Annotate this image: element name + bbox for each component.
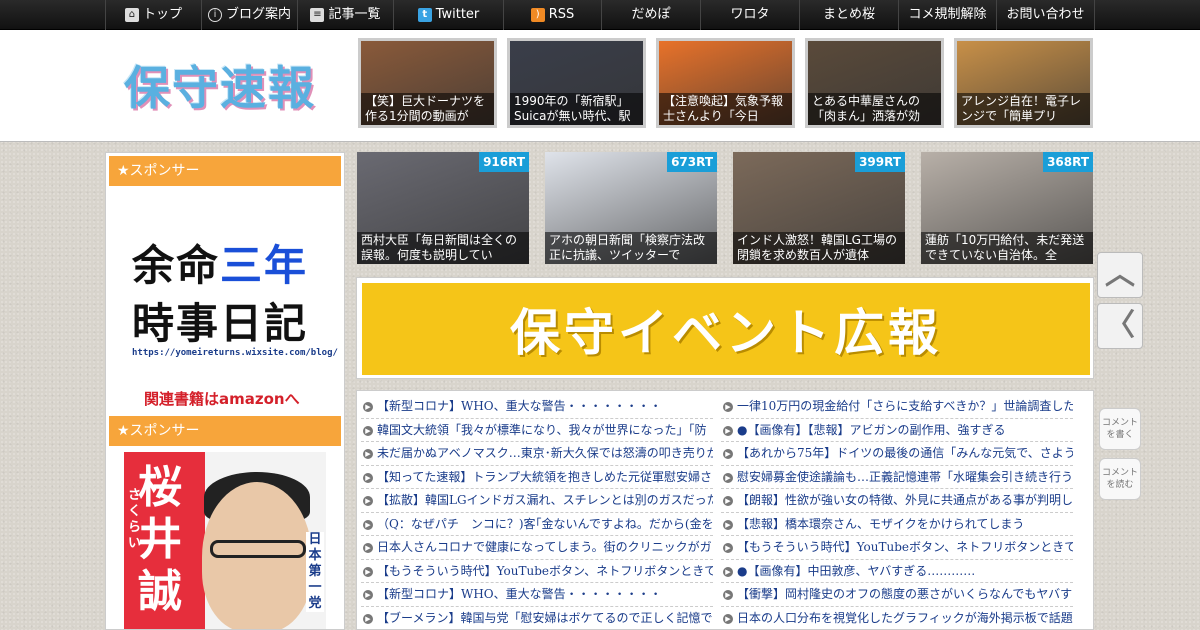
thumb-caption: 【笑】巨大ドーナツを作る1分間の動画が	[361, 93, 494, 125]
chevron-left-icon: 〈	[1105, 308, 1135, 343]
article-link[interactable]: ●【画像有】【悲報】アビガンの副作用、強すぎる	[721, 419, 1073, 442]
thumb-caption: とある中華屋さんの「肉まん」洒落が効	[808, 93, 941, 125]
article-link[interactable]: 【もうそういう時代】YouTubeボタン、ネトフリボタンときて、	[721, 536, 1073, 560]
nav-comment-unblock[interactable]: コメ規制解除	[898, 0, 996, 30]
ad-party: 日本第一党	[306, 532, 324, 612]
nav-article-list[interactable]: ≡ 記事一覧	[297, 0, 393, 30]
nav-damepo[interactable]: だめぽ	[601, 0, 700, 30]
thumb-caption: 1990年の「新宿駅」Suicaが無い時代、駅	[510, 93, 643, 125]
article-link[interactable]: 【拡散】韓国LGインドガス漏れ、スチレンとは別のガスだった	[361, 489, 713, 513]
nav-label: ワロタ	[730, 7, 770, 22]
nav-matome-sakura[interactable]: まとめ桜	[799, 0, 898, 30]
nav-label: 記事一覧	[328, 7, 381, 22]
comment-read-button[interactable]: コメントを読む	[1099, 458, 1141, 500]
article-link[interactable]: 慰安婦募金使途議論も…正義記憶連帯「水曜集会引き続き行う	[721, 466, 1073, 489]
nav-label: お問い合わせ	[1006, 7, 1085, 22]
article-link[interactable]: 【知ってた速報】トランプ大統領を抱きしめた元従軍慰安婦さ	[361, 466, 713, 489]
rt-count-badge: 368RT	[1043, 152, 1093, 172]
nav-label: RSS	[548, 7, 575, 22]
article-link-list: 【新型コロナ】WHO、重大な警告・・・・・・・・韓国文大統領「我々が標準になり、…	[356, 390, 1094, 630]
article-link[interactable]: ●【画像有】中田敦彦、ヤバすぎる…………	[721, 560, 1073, 583]
header-thumb[interactable]: 【注意喚起】気象予報士さんより「今日	[656, 38, 795, 128]
nav-top[interactable]: ⌂ トップ	[105, 0, 201, 30]
header-thumb[interactable]: 【笑】巨大ドーナツを作る1分間の動画が	[358, 38, 497, 128]
nav-label: まとめ桜	[822, 7, 875, 22]
popular-articles: 916RT 西村大臣「毎日新聞は全くの誤報。何度も説明してい 673RT アホの…	[357, 152, 1093, 264]
nav-label: ブログ案内	[225, 7, 291, 22]
link-column-right: 一律10万円の現金給付「さらに支給すべきか？」世論調査した●【画像有】【悲報】ア…	[721, 395, 1073, 630]
ad-amazon-link[interactable]: 関連書籍はamazonへ	[144, 388, 300, 409]
article-link[interactable]: 【ブーメラン】韓国与党「慰安婦はボケてるので正しく記憶で	[361, 607, 713, 630]
list-icon: ≡	[310, 8, 325, 22]
sponsor-ad-sakurai[interactable]: さくらい 桜井誠 日本第一党	[124, 452, 326, 629]
ad-headline-part: 余命	[132, 241, 221, 290]
nav-label: Twitter	[435, 7, 480, 22]
header-thumb[interactable]: アレンジ自在！電子レンジで「簡単プリ	[954, 38, 1093, 128]
article-link[interactable]: 【新型コロナ】WHO、重大な警告・・・・・・・・	[361, 395, 713, 419]
rss-icon: )	[530, 8, 545, 22]
article-link[interactable]: 韓国文大統領「我々が標準になり、我々が世界になった」「防	[361, 419, 713, 442]
article-link[interactable]: 未だ届かぬアベノマスク…東京･新大久保では怒濤の叩き売りが	[361, 442, 713, 466]
article-link[interactable]: 日本の人口分布を視覚化したグラフィックが海外掲示板で話題	[721, 607, 1073, 630]
sponsor-ad-yomei[interactable]: 余命三年 時事日記 https://yomeireturns.wixsite.c…	[110, 190, 340, 412]
back-button[interactable]: 〈	[1097, 303, 1143, 349]
rt-article[interactable]: 399RT インド人激怒！韓国LG工場の閉鎖を求め数百人が遺体	[733, 152, 905, 264]
article-link[interactable]: 【もうそういう時代】YouTubeボタン、ネトフリボタンときて、	[361, 560, 713, 583]
nav-label: コメ規制解除	[908, 7, 987, 22]
comment-write-button[interactable]: コメントを書く	[1099, 408, 1141, 450]
scroll-top-button[interactable]: ︿	[1097, 252, 1143, 298]
rt-caption: 蓮舫「10万円給付、未だ発送できていない自治体。全	[921, 232, 1093, 264]
header-thumb[interactable]: 1990年の「新宿駅」Suicaが無い時代、駅	[507, 38, 646, 128]
nav-label: トップ	[142, 7, 182, 22]
link-column-left: 【新型コロナ】WHO、重大な警告・・・・・・・・韓国文大統領「我々が標準になり、…	[361, 395, 713, 630]
nav-warota[interactable]: ワロタ	[700, 0, 799, 30]
rt-caption: インド人激怒！韓国LG工場の閉鎖を求め数百人が遺体	[733, 232, 905, 264]
header-thumbnails: 【笑】巨大ドーナツを作る1分間の動画が 1990年の「新宿駅」Suicaが無い時…	[358, 38, 1093, 128]
article-link[interactable]: 【新型コロナ】WHO、重大な警告・・・・・・・・	[361, 583, 713, 607]
sponsor-heading: ★スポンサー	[109, 156, 341, 186]
rt-article[interactable]: 368RT 蓮舫「10万円給付、未だ発送できていない自治体。全	[921, 152, 1093, 264]
nav-twitter[interactable]: t Twitter	[393, 0, 503, 30]
rt-caption: 西村大臣「毎日新聞は全くの誤報。何度も説明してい	[357, 232, 529, 264]
ad-headline-accent: 三年	[220, 241, 309, 290]
article-link[interactable]: 【あれから75年】ドイツの最後の通信「みんな元気で、さよう	[721, 442, 1073, 466]
nav-blog-guide[interactable]: i ブログ案内	[201, 0, 297, 30]
left-sidebar: ★スポンサー 余命三年 時事日記 https://yomeireturns.wi…	[105, 152, 345, 630]
event-banner-frame: 保守イベント広報	[356, 277, 1094, 379]
site-logo[interactable]: 保守速報	[124, 52, 316, 118]
banner-text: 保守イベント広報	[510, 304, 942, 362]
ad-url: https://yomeireturns.wixsite.com/blog/	[132, 348, 338, 358]
article-link[interactable]: 日本人さんコロナで健康になってしまう。街のクリニックがガ	[361, 536, 713, 560]
header-thumb[interactable]: とある中華屋さんの「肉まん」洒落が効	[805, 38, 944, 128]
rt-count-badge: 399RT	[855, 152, 905, 172]
ad-headline: 余命三年	[132, 232, 308, 293]
thumb-caption: アレンジ自在！電子レンジで「簡単プリ	[957, 93, 1090, 125]
home-icon: ⌂	[124, 8, 139, 22]
portrait-glasses	[210, 540, 306, 558]
site-header: 保守速報 【笑】巨大ドーナツを作る1分間の動画が 1990年の「新宿駅」Suic…	[0, 30, 1200, 142]
article-link[interactable]: 【衝撃】岡村隆史のオフの態度の悪さがいくらなんでもヤバす	[721, 583, 1073, 607]
ad-name: 桜井誠	[138, 462, 182, 617]
rt-article[interactable]: 673RT アホの朝日新聞「検察庁法改正に抗議、ツイッターで	[545, 152, 717, 264]
nav-rss[interactable]: ) RSS	[503, 0, 601, 30]
nav-contact[interactable]: お問い合わせ	[996, 0, 1095, 30]
article-link[interactable]: （Q：なぜパチ ンコに？)客｢金ないんですよね。だから(金を)	[361, 513, 713, 536]
rt-caption: アホの朝日新聞「検察庁法改正に抗議、ツイッターで	[545, 232, 717, 264]
article-link[interactable]: 【悲報】橋本環奈さん、モザイクをかけられてしまう	[721, 513, 1073, 536]
rt-count-badge: 916RT	[479, 152, 529, 172]
rt-article[interactable]: 916RT 西村大臣「毎日新聞は全くの誤報。何度も説明してい	[357, 152, 529, 264]
thumb-caption: 【注意喚起】気象予報士さんより「今日	[659, 93, 792, 125]
article-link[interactable]: 一律10万円の現金給付「さらに支給すべきか？」世論調査した	[721, 395, 1073, 419]
nav-bar: ⌂ トップ i ブログ案内 ≡ 記事一覧 t Twitter ) RSS だめぽ…	[105, 0, 1095, 30]
event-banner[interactable]: 保守イベント広報	[362, 283, 1090, 375]
ad-subheadline: 時事日記	[132, 299, 309, 348]
chevron-up-icon: ︿	[1105, 257, 1135, 292]
twitter-icon: t	[417, 8, 432, 22]
info-icon: i	[207, 8, 222, 22]
article-link[interactable]: 【朗報】性欲が強い女の特徴、外見に共通点がある事が判明し	[721, 489, 1073, 513]
sponsor-heading: ★スポンサー	[109, 416, 341, 446]
nav-label: だめぽ	[631, 7, 671, 22]
rt-count-badge: 673RT	[667, 152, 717, 172]
top-navigation: ⌂ トップ i ブログ案内 ≡ 記事一覧 t Twitter ) RSS だめぽ…	[0, 0, 1200, 30]
